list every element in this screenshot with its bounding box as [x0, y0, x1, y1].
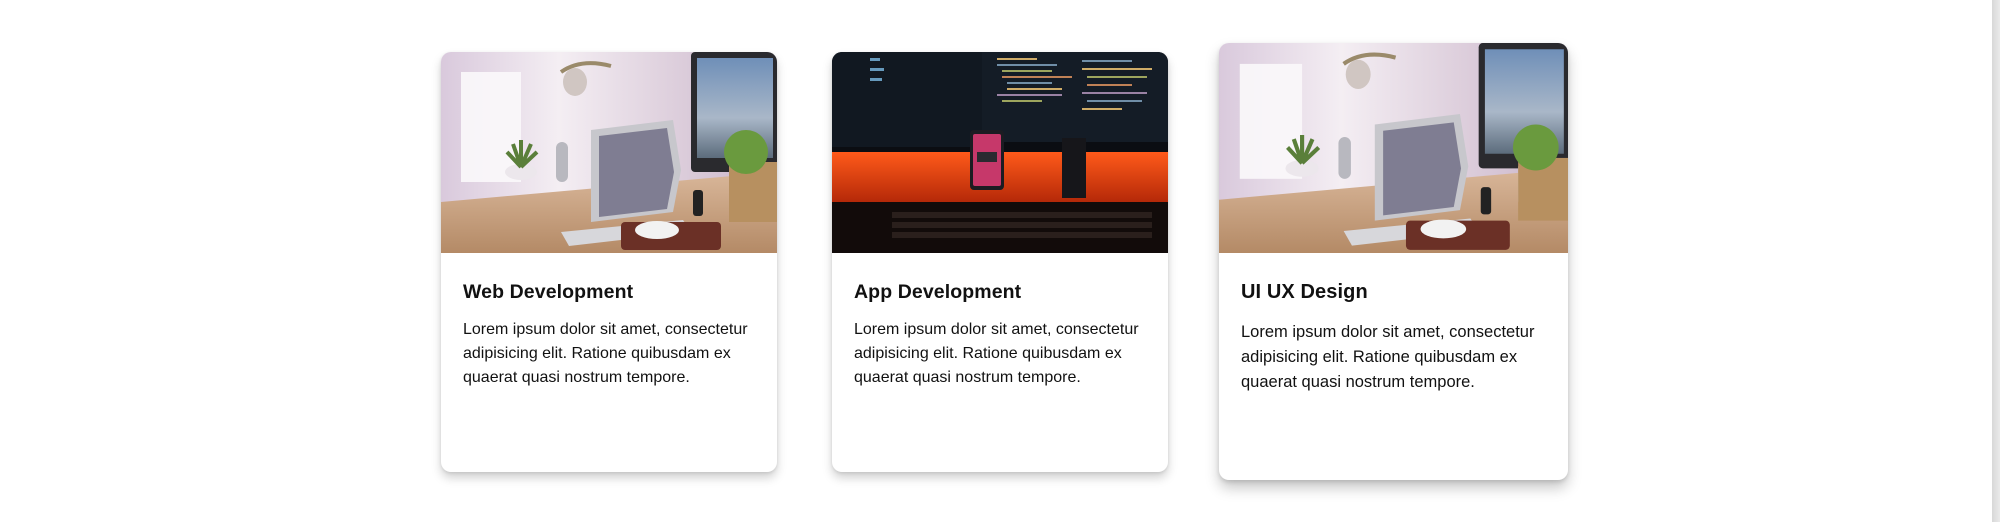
desk-laptop-image: [1219, 43, 1568, 253]
card-description: Lorem ipsum dolor sit amet, consectetur …: [854, 321, 1139, 386]
card-body: Web Development Lorem ipsum dolor sit am…: [441, 253, 777, 390]
card-title: UI UX Design: [1241, 281, 1368, 303]
card-body: UI UX Design Lorem ipsum dolor sit amet,…: [1219, 253, 1568, 395]
card-description: Lorem ipsum dolor sit amet, consectetur …: [463, 321, 748, 386]
service-card-app-development[interactable]: App Development Lorem ipsum dolor sit am…: [832, 52, 1168, 472]
service-card-web-development[interactable]: Web Development Lorem ipsum dolor sit am…: [441, 52, 777, 472]
card-title: App Development: [854, 281, 1022, 303]
desk-laptop-image: [441, 52, 777, 253]
service-card-ui-ux-design[interactable]: UI UX Design Lorem ipsum dolor sit amet,…: [1219, 43, 1568, 480]
services-section: Web Development Lorem ipsum dolor sit am…: [0, 0, 2000, 522]
card-description: Lorem ipsum dolor sit amet, consectetur …: [1241, 323, 1535, 391]
dark-code-monitors-image: [832, 52, 1168, 253]
page-scrollbar[interactable]: [1992, 0, 2000, 522]
card-body: App Development Lorem ipsum dolor sit am…: [832, 253, 1168, 390]
card-title: Web Development: [463, 281, 634, 303]
